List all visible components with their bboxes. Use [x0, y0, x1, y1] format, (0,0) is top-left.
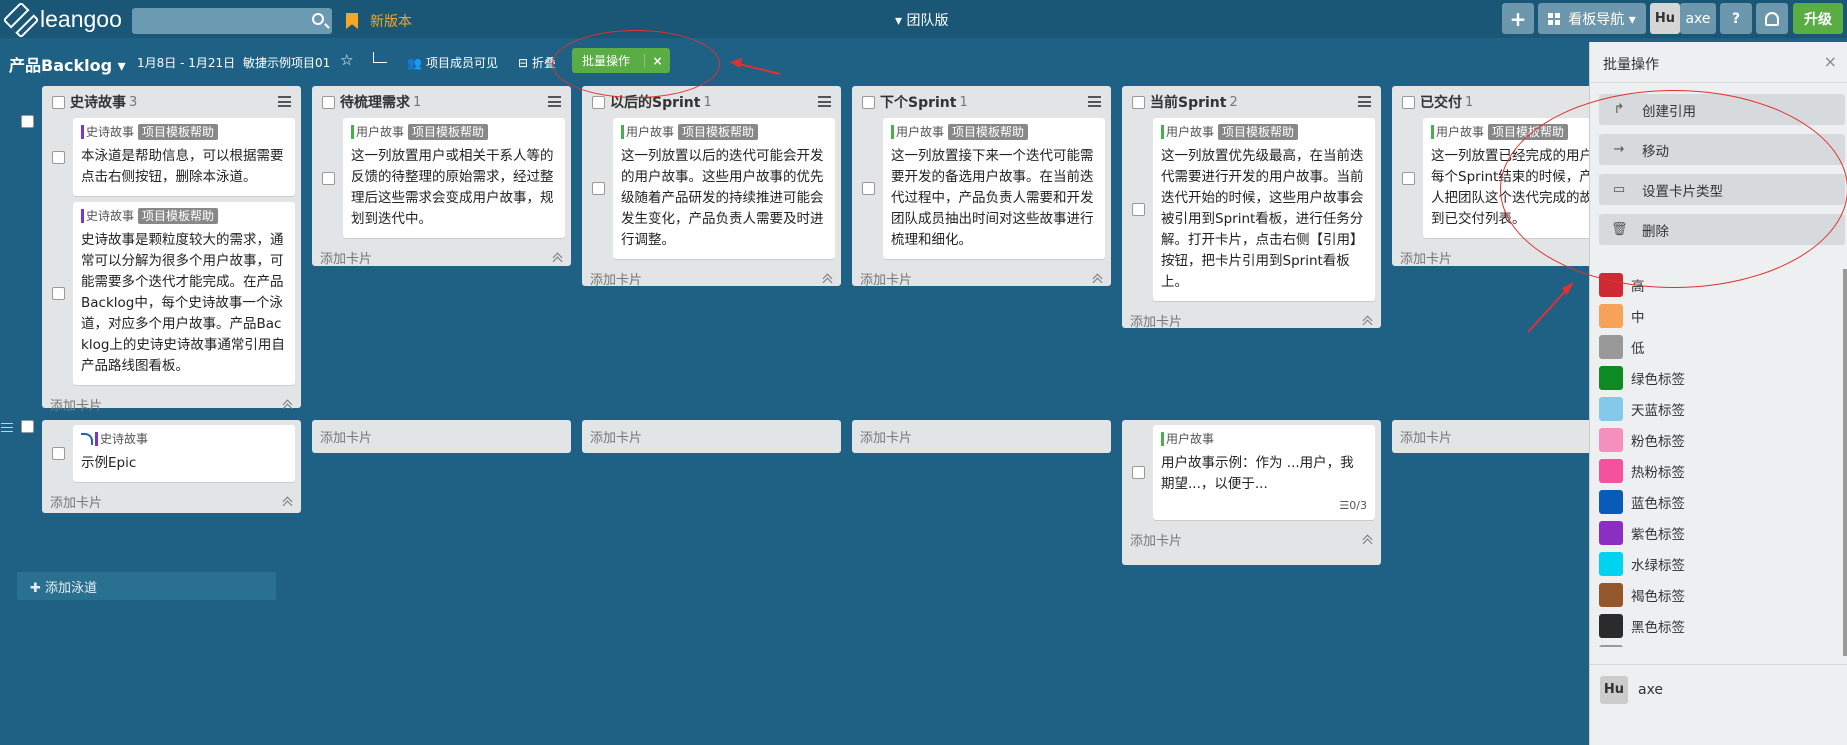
annotation-arrow-panel: [1527, 282, 1574, 333]
annotation-arrow-batch: [730, 58, 781, 75]
annotation-arrows: [730, 58, 1574, 333]
